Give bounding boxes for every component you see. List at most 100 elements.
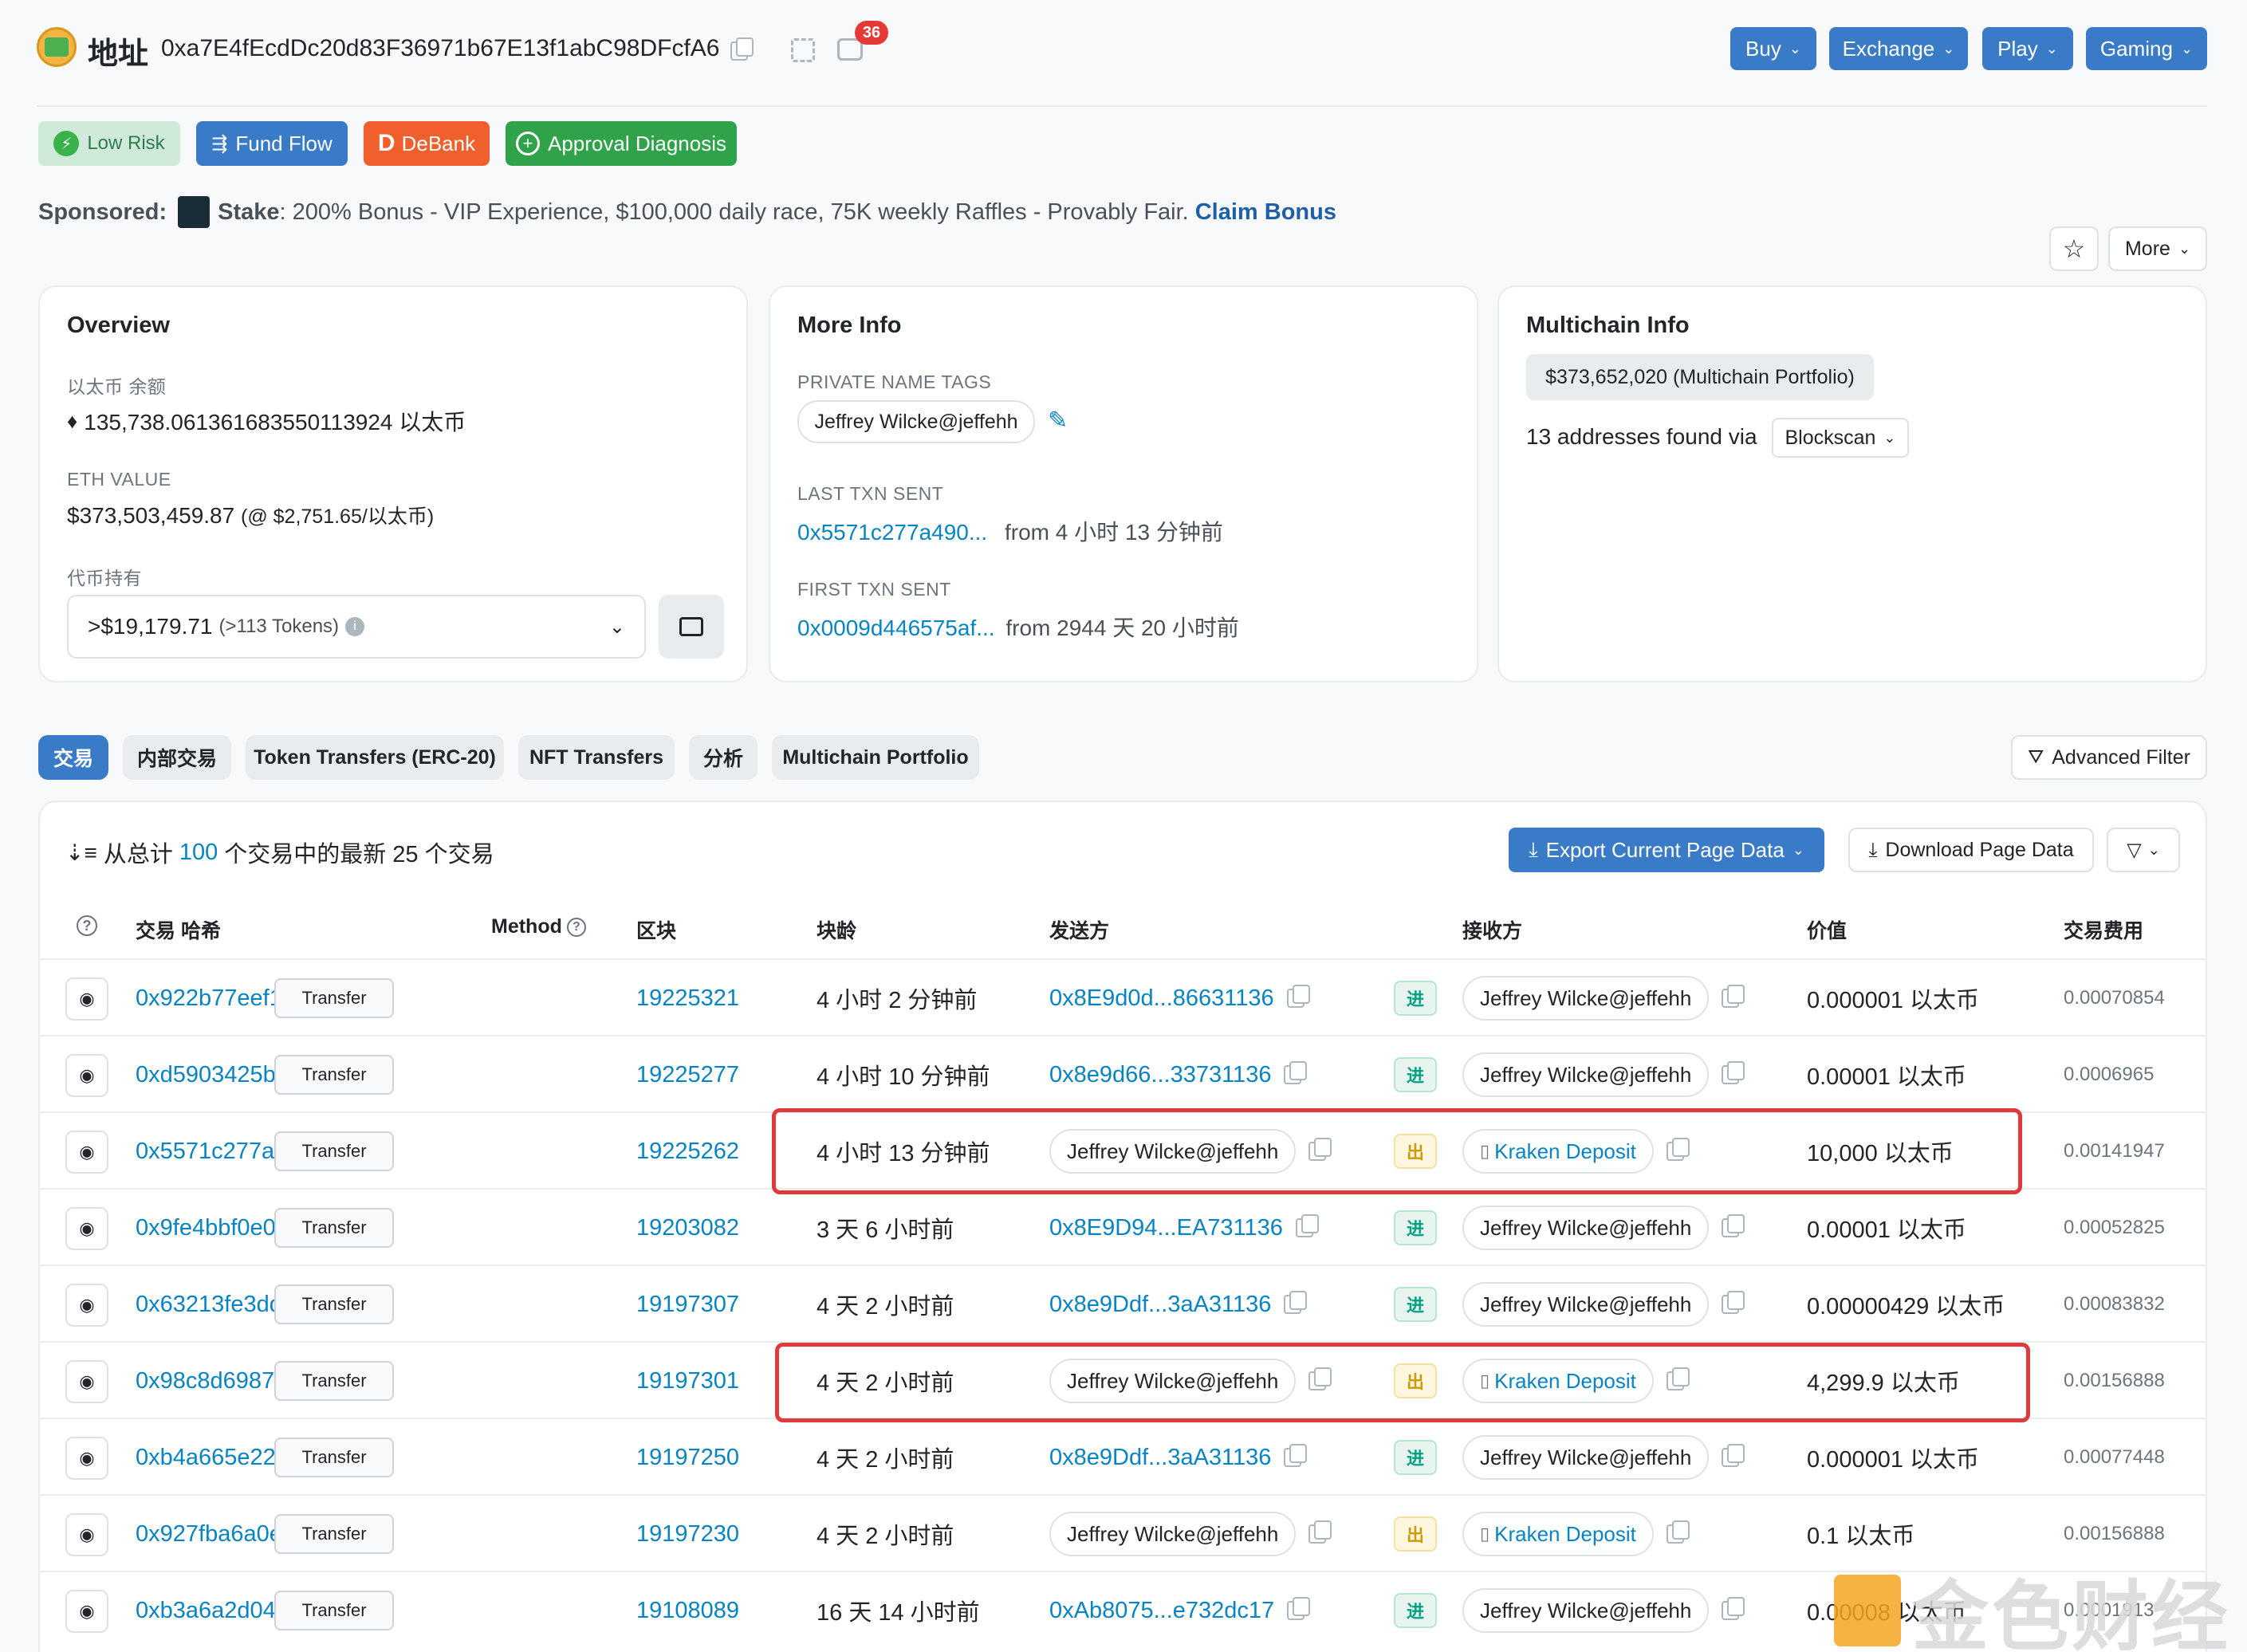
preview-eye-button[interactable]: ◉ bbox=[65, 1131, 108, 1174]
nav-gaming-button[interactable]: Gaming ⌄ bbox=[2086, 27, 2207, 70]
from-name-tag[interactable]: Jeffrey Wilcke@jeffehh bbox=[1049, 1512, 1297, 1556]
age-text: 4 天 2 小时前 bbox=[817, 1447, 954, 1473]
to-name-tag[interactable]: Jeffrey Wilcke@jeffehh bbox=[1462, 976, 1710, 1021]
direction-badge: 进 bbox=[1394, 1057, 1437, 1092]
nav-play-button[interactable]: Play ⌄ bbox=[1982, 27, 2073, 70]
block-link[interactable]: 19225262 bbox=[636, 1113, 739, 1190]
advanced-filter-button[interactable]: ⛛ Advanced Filter bbox=[2011, 735, 2207, 780]
block-link[interactable]: 19203082 bbox=[636, 1190, 739, 1266]
low-risk-badge[interactable]: ⚡ Low Risk bbox=[38, 121, 180, 166]
chevron-down-icon: ⌄ bbox=[1789, 40, 1801, 57]
copy-icon[interactable] bbox=[1295, 1214, 1319, 1237]
copy-icon[interactable] bbox=[1287, 1597, 1311, 1620]
approval-diagnosis-button[interactable]: + Approval Diagnosis bbox=[506, 121, 737, 166]
age-text: 4 天 2 小时前 bbox=[817, 1524, 954, 1549]
copy-icon[interactable] bbox=[1286, 985, 1310, 1008]
copy-icon[interactable] bbox=[1284, 1444, 1308, 1467]
from-address-link[interactable]: 0x8E9D94...EA731136 bbox=[1049, 1215, 1283, 1241]
preview-eye-button[interactable]: ◉ bbox=[65, 1437, 108, 1480]
copy-icon[interactable] bbox=[1722, 1444, 1745, 1467]
preview-eye-button[interactable]: ◉ bbox=[65, 1590, 108, 1633]
preview-eye-button[interactable]: ◉ bbox=[65, 1284, 108, 1327]
to-name-tag[interactable]: Jeffrey Wilcke@jeffehh bbox=[1462, 1588, 1710, 1633]
block-link[interactable]: 19197230 bbox=[636, 1496, 739, 1572]
fee-text: 0.00156888 bbox=[2064, 1370, 2165, 1391]
qr-code-icon[interactable] bbox=[791, 38, 815, 62]
to-name-tag[interactable]: ▯ Kraken Deposit bbox=[1462, 1512, 1654, 1556]
preview-eye-button[interactable]: ◉ bbox=[65, 1360, 108, 1403]
token-count-text: (>113 Tokens) bbox=[218, 616, 340, 637]
copy-icon[interactable] bbox=[1722, 1597, 1745, 1620]
favorite-star-button[interactable]: ☆ bbox=[2049, 226, 2099, 271]
private-name-tag[interactable]: Jeffrey Wilcke@jeffehh bbox=[797, 400, 1035, 443]
preview-eye-button[interactable]: ◉ bbox=[65, 1054, 108, 1097]
to-name-tag[interactable]: Jeffrey Wilcke@jeffehh bbox=[1462, 1052, 1710, 1097]
blockscan-dropdown[interactable]: Blockscan ⌄ bbox=[1772, 418, 1909, 458]
col-header-fee[interactable]: 交易费用 bbox=[2064, 915, 2143, 944]
site-logo[interactable] bbox=[37, 27, 77, 67]
block-link[interactable]: 19197250 bbox=[636, 1419, 739, 1496]
token-holdings-label: 代币持有 bbox=[67, 568, 142, 588]
table-filter-dropdown[interactable]: ▽ ⌄ bbox=[2107, 828, 2180, 872]
multichain-card: Multichain Info $373,652,020 (Multichain… bbox=[1497, 285, 2207, 682]
claim-bonus-link[interactable]: Claim Bonus bbox=[1195, 199, 1336, 226]
copy-icon[interactable] bbox=[1308, 1520, 1332, 1544]
col-header-age[interactable]: 块龄 bbox=[817, 915, 856, 944]
copy-icon[interactable] bbox=[1722, 985, 1745, 1008]
copy-icon[interactable] bbox=[1722, 1291, 1745, 1314]
nav-buy-button[interactable]: Buy ⌄ bbox=[1730, 27, 1816, 70]
preview-eye-button[interactable]: ◉ bbox=[65, 1207, 108, 1250]
tab-multichain-portfolio[interactable]: Multichain Portfolio bbox=[772, 735, 979, 780]
block-link[interactable]: 19225277 bbox=[636, 1036, 739, 1113]
edit-icon[interactable]: ✎ bbox=[1048, 407, 1068, 435]
table-row: ◉ 0x9fe4bbf0e030bc6... Transfer 19203082… bbox=[40, 1188, 2207, 1265]
copy-icon[interactable] bbox=[1722, 1214, 1745, 1237]
from-address-link[interactable]: 0x8e9Ddf...3aA31136 bbox=[1049, 1292, 1271, 1318]
block-link[interactable]: 19197301 bbox=[636, 1343, 739, 1419]
to-name-tag[interactable]: Jeffrey Wilcke@jeffehh bbox=[1462, 1206, 1710, 1250]
copy-icon[interactable] bbox=[1284, 1061, 1308, 1084]
table-row: ◉ 0xd5903425b0d0c1... Transfer 19225277 … bbox=[40, 1035, 2207, 1111]
eth-balance-label: 以太币 余额 bbox=[67, 376, 167, 397]
nav-exchange-button[interactable]: Exchange ⌄ bbox=[1829, 27, 1968, 70]
preview-eye-button[interactable]: ◉ bbox=[65, 977, 108, 1021]
copy-address-icon[interactable] bbox=[730, 37, 754, 61]
copy-icon[interactable] bbox=[1722, 1061, 1745, 1084]
from-address-link[interactable]: 0x8E9d0d...86631136 bbox=[1049, 985, 1274, 1012]
document-icon: ▯ bbox=[1480, 1524, 1490, 1544]
from-address-link[interactable]: 0xAb8075...e732dc17 bbox=[1049, 1598, 1274, 1624]
from-address-link[interactable]: 0x8e9Ddf...3aA31136 bbox=[1049, 1445, 1271, 1471]
debank-button[interactable]: D DeBank bbox=[364, 121, 490, 166]
to-cell: ▯ Kraken Deposit bbox=[1462, 1496, 1690, 1572]
to-name-tag[interactable]: Jeffrey Wilcke@jeffehh bbox=[1462, 1435, 1710, 1480]
tab-internal-transactions[interactable]: 内部交易 bbox=[123, 735, 231, 780]
first-txn: 0x0009d446575af... from 2944 天 20 小时前 bbox=[797, 611, 1239, 643]
fund-flow-button[interactable]: ⇶ Fund Flow bbox=[196, 121, 348, 166]
preview-eye-button[interactable]: ◉ bbox=[65, 1513, 108, 1556]
block-link[interactable]: 19225321 bbox=[636, 960, 739, 1036]
info-circle-icon[interactable]: ? bbox=[566, 917, 586, 937]
last-txn-link[interactable]: 0x5571c277a490... bbox=[797, 520, 987, 545]
first-txn-link[interactable]: 0x0009d446575af... bbox=[797, 616, 995, 640]
col-header-value: 价值 bbox=[1807, 920, 1848, 942]
copy-icon[interactable] bbox=[1666, 1520, 1690, 1544]
from-address-link[interactable]: 0x8e9d66...33731136 bbox=[1049, 1062, 1271, 1088]
funnel-icon: ▽ bbox=[2127, 839, 2142, 861]
tab-transactions[interactable]: 交易 bbox=[38, 735, 108, 780]
more-button[interactable]: More ⌄ bbox=[2108, 226, 2207, 271]
multichain-portfolio-badge[interactable]: $373,652,020 (Multichain Portfolio) bbox=[1526, 354, 1874, 400]
download-page-data-button[interactable]: ⤓ Download Page Data bbox=[1848, 828, 2094, 872]
to-name-tag[interactable]: Jeffrey Wilcke@jeffehh bbox=[1462, 1282, 1710, 1327]
help-icon[interactable]: ? bbox=[77, 915, 97, 936]
summary-count-link[interactable]: 100 bbox=[179, 840, 218, 866]
tab-nft-transfers[interactable]: NFT Transfers bbox=[518, 735, 675, 780]
tab-analytics[interactable]: 分析 bbox=[689, 735, 758, 780]
wallet-view-button[interactable] bbox=[659, 595, 724, 659]
token-holdings-dropdown[interactable]: >$19,179.71 (>113 Tokens) i ⌄ bbox=[67, 595, 646, 659]
tab-token-transfers[interactable]: Token Transfers (ERC-20) bbox=[246, 735, 504, 780]
sponsored-bar: Sponsored: Stake : 200% Bonus - VIP Expe… bbox=[38, 196, 1336, 228]
block-link[interactable]: 19197307 bbox=[636, 1266, 739, 1343]
block-link[interactable]: 19108089 bbox=[636, 1572, 739, 1649]
copy-icon[interactable] bbox=[1284, 1291, 1308, 1314]
export-page-data-button[interactable]: ⤓ Export Current Page Data ⌄ bbox=[1509, 828, 1824, 872]
